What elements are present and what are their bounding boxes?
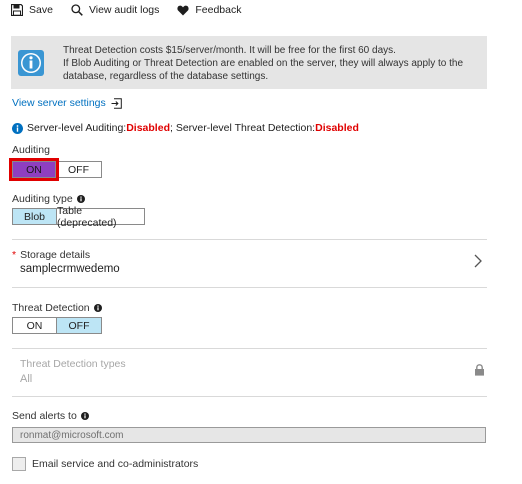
save-icon [11,4,23,16]
auditing-label: Auditing [12,144,50,156]
view-audit-logs-button[interactable]: View audit logs [71,4,159,16]
threat-detection-label-row: Threat Detection [12,302,102,314]
auditing-type-label-row: Auditing type [12,193,85,205]
info-icon[interactable] [76,195,85,203]
info-circle-icon [12,122,23,134]
lock-icon [475,364,484,376]
blob-button[interactable]: Blob [12,208,57,225]
send-alerts-label: Send alerts to [12,410,77,422]
divider [12,396,487,397]
email-admins-row[interactable]: Email service and co-administrators [12,457,198,471]
open-in-icon [111,97,122,109]
table-deprecated-button[interactable]: Table (deprecated) [57,205,145,229]
threat-detection-off-button[interactable]: OFF [57,317,102,334]
status-middle: ; Server-level Threat Detection: [169,122,316,134]
auditing-status-value: Disabled [126,122,170,134]
banner-text: Threat Detection costs $15/server/month.… [51,36,473,89]
send-alerts-email-value: ronmat@microsoft.com [20,429,124,441]
info-icon [18,49,44,76]
command-bar: Save View audit logs Feedback [0,0,260,20]
threat-status-value: Disabled [315,122,359,134]
divider [12,287,487,288]
divider [12,239,487,240]
auditing-type-toggle[interactable]: Blob Table (deprecated) [12,205,145,229]
banner-line: Threat Detection costs $15/server/month.… [63,45,396,56]
auditing-off-button[interactable]: OFF [56,161,102,178]
view-server-settings-label: View server settings [12,97,106,109]
save-label: Save [29,4,53,16]
chevron-right-icon[interactable] [474,254,482,268]
threat-detection-types-value: All [20,373,33,385]
send-alerts-label-row: Send alerts to [12,410,89,422]
send-alerts-email-field[interactable]: ronmat@microsoft.com [12,427,486,443]
auditing-toggle[interactable]: ON OFF [9,158,102,181]
info-icon[interactable] [80,412,89,420]
threat-detection-toggle[interactable]: ON OFF [12,317,102,334]
server-status-line: Server-level Auditing: Disabled ; Server… [12,122,359,134]
banner-line: database, regardless of the database set… [63,71,269,82]
heart-icon [177,5,189,15]
email-admins-label: Email service and co-administrators [32,458,199,470]
feedback-label: Feedback [195,4,242,16]
info-icon[interactable] [93,304,102,312]
threat-detection-types-label: Threat Detection types [20,358,126,370]
storage-details-label-row: * Storage details [12,249,90,261]
auditing-on-button[interactable]: ON [9,158,59,181]
status-prefix: Server-level Auditing: [27,122,127,134]
storage-details-value[interactable]: samplecrmwedemo [20,263,120,275]
email-admins-checkbox[interactable] [12,457,26,471]
threat-detection-on-button[interactable]: ON [12,317,57,334]
search-icon [71,4,83,16]
threat-detection-label: Threat Detection [12,302,90,314]
save-button[interactable]: Save [11,4,53,16]
required-marker: * [12,249,17,261]
auditing-type-label: Auditing type [12,193,73,205]
feedback-button[interactable]: Feedback [177,4,242,16]
divider [12,348,487,349]
info-banner: Threat Detection costs $15/server/month.… [11,36,487,89]
view-audit-logs-label: View audit logs [88,4,160,16]
view-server-settings-link[interactable]: View server settings [12,97,122,109]
storage-details-label: Storage details [20,249,91,261]
banner-line: If Blob Auditing or Threat Detection are… [63,58,464,69]
